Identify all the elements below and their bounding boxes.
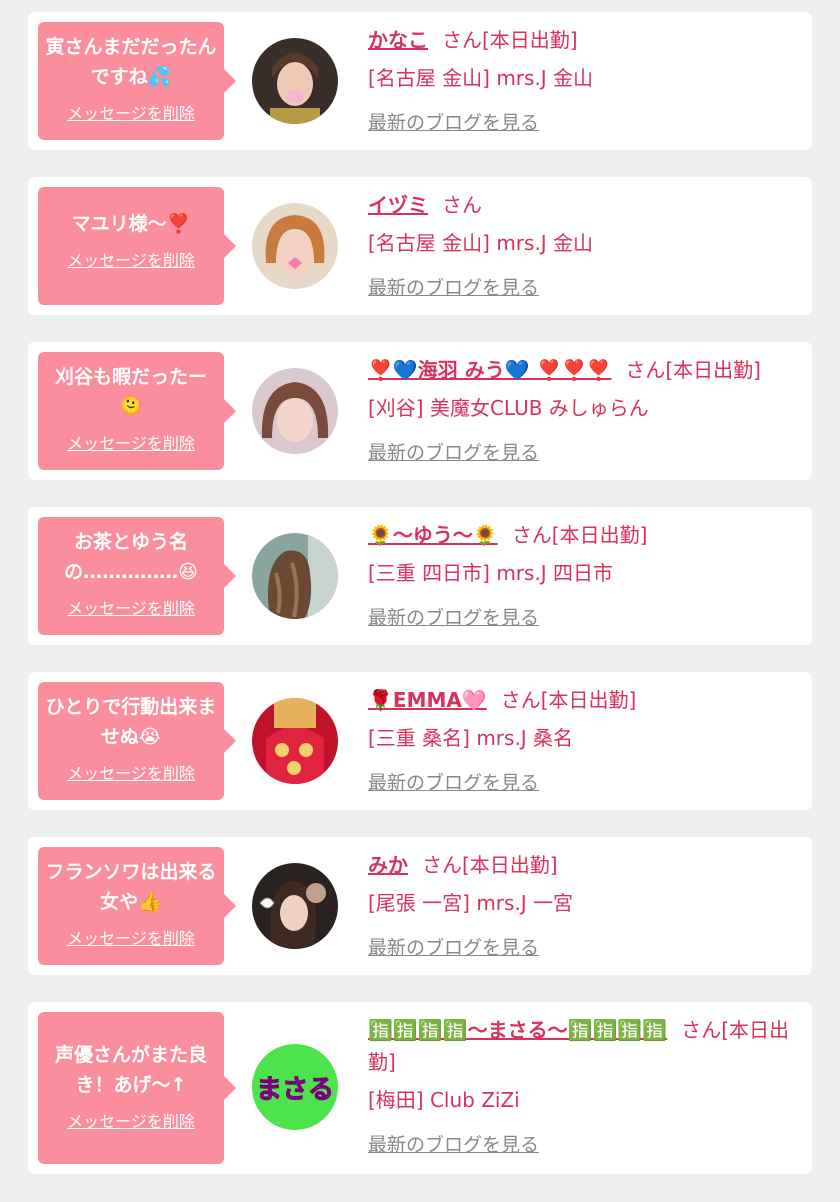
latest-blog-link[interactable]: 最新のブログを見る — [368, 273, 539, 300]
message-card: ひとりで行動出来ませぬ😭 メッセージを削除 🌹EMMA🩷 さん[本日出勤] [三重… — [28, 672, 812, 810]
message-bubble: マユリ様〜❣️ メッセージを削除 — [38, 187, 236, 305]
message-card: 声優さんがまた良き！あげ〜↑ メッセージを削除 まさる 🈯🈯🈯🈯〜まさる〜🈯🈯🈯… — [28, 1002, 812, 1174]
latest-blog-link[interactable]: 最新のブログを見る — [368, 933, 539, 960]
shop-label: [梅田] Club ZiZi — [368, 1088, 520, 1112]
latest-blog-link[interactable]: 最新のブログを見る — [368, 768, 539, 795]
latest-blog-link[interactable]: 最新のブログを見る — [368, 1130, 539, 1157]
cast-name-link[interactable]: ❣️💙海羽 みう💙 ❣️❣️❣️ — [368, 358, 611, 382]
avatar[interactable]: まさる — [252, 1044, 338, 1130]
woman-photo-avatar-icon — [252, 203, 338, 289]
woman-photo-avatar-icon — [252, 368, 338, 454]
message-card: 刈谷も暇だったー🫠 メッセージを削除 ❣️💙海羽 みう💙 ❣️❣️❣️ さん[本日… — [28, 342, 812, 480]
message-card: お茶とゆう名の……………😆 メッセージを削除 🌻〜ゆう〜🌻 さん[本日出勤] [三… — [28, 507, 812, 645]
shop-label: [三重 桑名] mrs.J 桑名 — [368, 726, 574, 750]
avatar-logo-text: まさる — [256, 1075, 334, 1105]
delete-message-link[interactable]: メッセージを削除 — [67, 760, 195, 784]
cast-name-link[interactable]: イヅミ — [368, 193, 428, 217]
cast-name-link[interactable]: みか — [368, 853, 408, 877]
cast-name-link[interactable]: 🈯🈯🈯🈯〜まさる〜🈯🈯🈯🈯 — [368, 1018, 667, 1042]
message-card: フランソワは出来る女や👍 メッセージを削除 みか さん[本日出勤] [尾張 一宮]… — [28, 837, 812, 975]
delete-message-link[interactable]: メッセージを削除 — [67, 1108, 195, 1132]
text-logo-avatar-icon: まさる — [252, 1044, 338, 1130]
message-text: フランソワは出来る女や👍 — [45, 861, 217, 913]
avatar[interactable] — [252, 698, 338, 784]
avatar[interactable] — [252, 38, 338, 124]
shop-label: [刈谷] 美魔女CLUB みしゅらん — [368, 396, 649, 420]
shop-label: [名古屋 金山] mrs.J 金山 — [368, 231, 594, 255]
avatar[interactable] — [252, 863, 338, 949]
message-bubble: フランソワは出来る女や👍 メッセージを削除 — [38, 847, 236, 965]
cast-name-link[interactable]: 🌹EMMA🩷 — [368, 688, 487, 712]
delete-message-link[interactable]: メッセージを削除 — [67, 247, 195, 271]
cast-status: さん[本日出勤] — [422, 853, 558, 877]
latest-blog-link[interactable]: 最新のブログを見る — [368, 108, 539, 135]
delete-message-link[interactable]: メッセージを削除 — [67, 595, 195, 619]
cast-status: さん[本日出勤] — [442, 28, 578, 52]
message-list: 寅さんまだだったんですね💦 メッセージを削除 かなこ さん[本日出勤] [名古屋 … — [0, 0, 840, 1202]
shop-label: [尾張 一宮] mrs.J 一宮 — [368, 891, 574, 915]
woman-photo-avatar-icon — [252, 38, 338, 124]
avatar[interactable] — [252, 203, 338, 289]
cast-name-link[interactable]: かなこ — [368, 28, 428, 52]
delete-message-link[interactable]: メッセージを削除 — [67, 100, 195, 124]
message-bubble: ひとりで行動出来ませぬ😭 メッセージを削除 — [38, 682, 236, 800]
latest-blog-link[interactable]: 最新のブログを見る — [368, 438, 539, 465]
cast-status: さん — [442, 193, 482, 217]
avatar[interactable] — [252, 368, 338, 454]
message-text: 刈谷も暇だったー🫠 — [54, 366, 207, 418]
message-text: ひとりで行動出来ませぬ😭 — [45, 696, 217, 748]
shop-label: [名古屋 金山] mrs.J 金山 — [368, 66, 594, 90]
delete-message-link[interactable]: メッセージを削除 — [67, 430, 195, 454]
message-card: マユリ様〜❣️ メッセージを削除 イヅミ さん [名古屋 金山] mrs.J 金山… — [28, 177, 812, 315]
red-shirt-photo-avatar-icon — [252, 698, 338, 784]
message-bubble: 声優さんがまた良き！あげ〜↑ メッセージを削除 — [38, 1012, 236, 1164]
message-text: お茶とゆう名の……………😆 — [64, 531, 198, 583]
shop-label: [三重 四日市] mrs.J 四日市 — [368, 561, 614, 585]
avatar[interactable] — [252, 533, 338, 619]
delete-message-link[interactable]: メッセージを削除 — [67, 925, 195, 949]
message-text: 寅さんまだだったんですね💦 — [45, 36, 217, 88]
cast-name-link[interactable]: 🌻〜ゆう〜🌻 — [368, 523, 498, 547]
cast-status: さん[本日出勤] — [625, 358, 761, 382]
message-bubble: お茶とゆう名の……………😆 メッセージを削除 — [38, 517, 236, 635]
message-bubble: 刈谷も暇だったー🫠 メッセージを削除 — [38, 352, 236, 470]
message-text: マユリ様〜❣️ — [71, 213, 191, 235]
cast-status: さん[本日出勤] — [511, 523, 648, 547]
message-text: 声優さんがまた良き！あげ〜↑ — [54, 1044, 207, 1096]
message-bubble: 寅さんまだだったんですね💦 メッセージを削除 — [38, 22, 236, 140]
message-card: 寅さんまだだったんですね💦 メッセージを削除 かなこ さん[本日出勤] [名古屋 … — [28, 12, 812, 150]
latest-blog-link[interactable]: 最新のブログを見る — [368, 603, 539, 630]
woman-hair-photo-avatar-icon — [252, 533, 338, 619]
cast-status: さん[本日出勤] — [500, 688, 637, 712]
woman-photo-avatar-icon — [252, 863, 338, 949]
